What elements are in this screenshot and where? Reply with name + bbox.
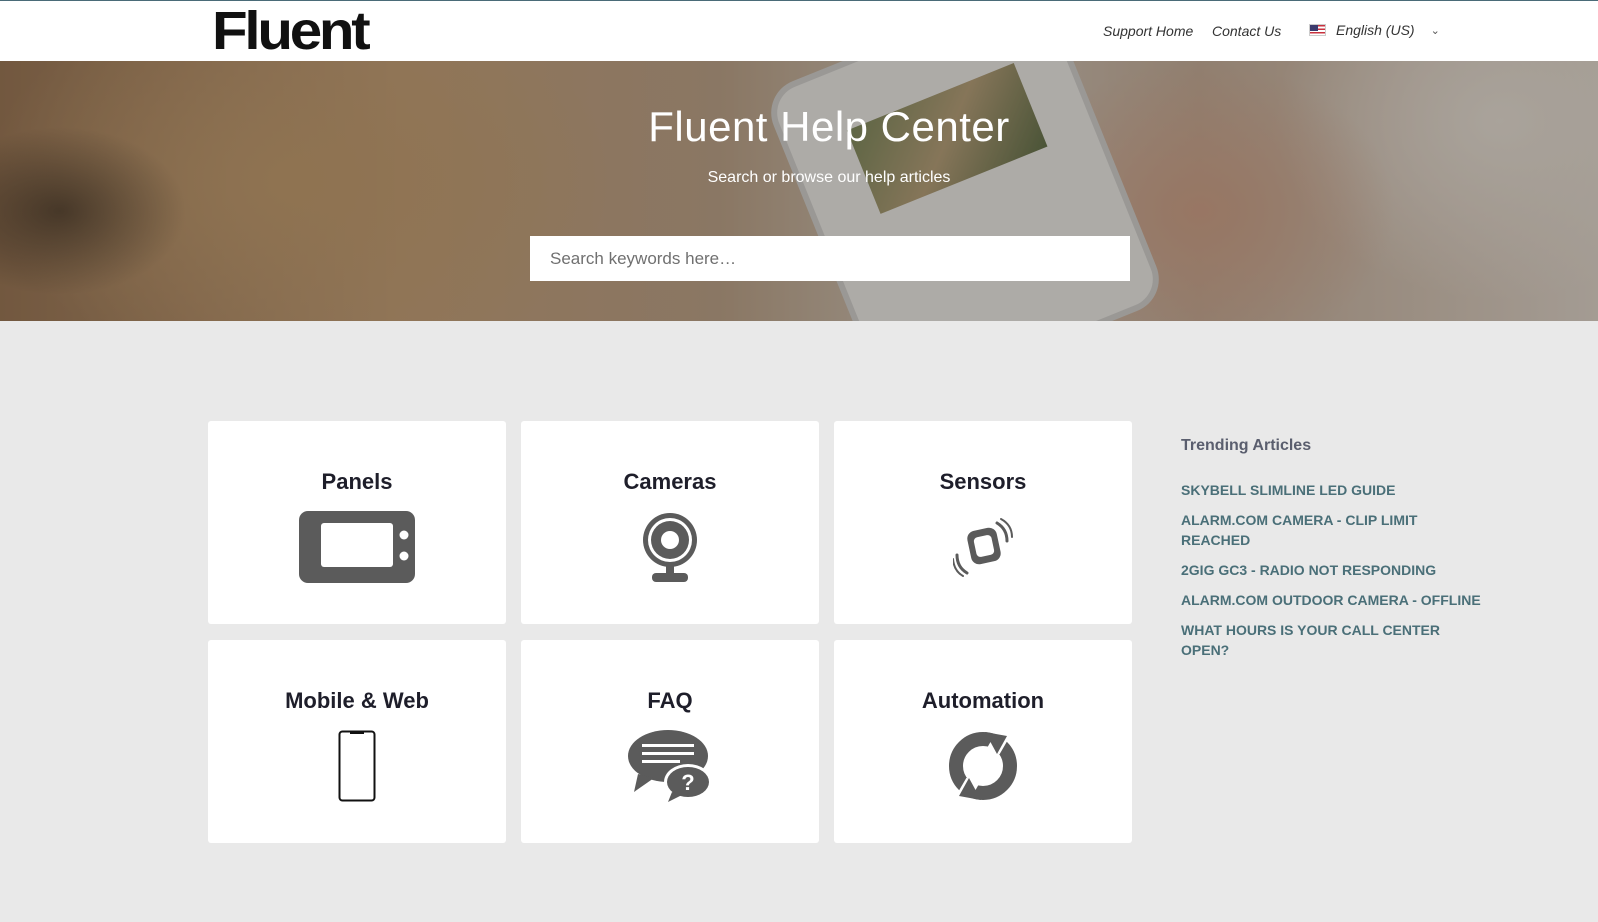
category-card-cameras[interactable]: Cameras [521, 421, 819, 624]
page-title: Fluent Help Center [648, 103, 1010, 150]
category-card-panels[interactable]: Panels [208, 421, 506, 624]
page-subtitle: Search or browse our help articles [707, 169, 951, 186]
category-title: FAQ [647, 688, 693, 713]
hero-content: Fluent Help Center Search or browse our … [0, 61, 1598, 321]
faq-chat-icon: ? [521, 728, 819, 804]
category-title: Panels [321, 469, 393, 494]
fluent-logo[interactable]: Fluent [212, 3, 371, 59]
camera-icon [521, 509, 819, 585]
panel-icon [208, 509, 506, 585]
trending-title: Trending Articles [1181, 437, 1312, 454]
trending-list: SKYBELL SLIMLINE LED GUIDE ALARM.COM CAM… [1181, 480, 1481, 660]
trending-article-link[interactable]: ALARM.COM CAMERA - CLIP LIMIT REACHED [1181, 510, 1481, 550]
trending-article-link[interactable]: WHAT HOURS IS YOUR CALL CENTER OPEN? [1181, 620, 1481, 660]
svg-text:?: ? [681, 770, 694, 795]
category-title: Mobile & Web [285, 688, 429, 713]
category-title: Cameras [623, 469, 717, 494]
search-input[interactable] [530, 236, 1130, 281]
hero-banner: Fluent Help Center Search or browse our … [0, 61, 1598, 321]
trending-article-link[interactable]: ALARM.COM OUTDOOR CAMERA - OFFLINE [1181, 590, 1481, 610]
contact-us-link[interactable]: Contact Us [1212, 23, 1281, 39]
category-card-automation[interactable]: Automation [834, 640, 1132, 843]
trending-article-link[interactable]: 2GIG GC3 - RADIO NOT RESPONDING [1181, 560, 1481, 580]
category-card-sensors[interactable]: Sensors [834, 421, 1132, 624]
category-title: Automation [921, 688, 1045, 713]
trending-article-link[interactable]: SKYBELL SLIMLINE LED GUIDE [1181, 480, 1481, 500]
top-header: Fluent Support Home Contact Us English (… [0, 0, 1598, 61]
category-card-mobile-web[interactable]: Mobile & Web [208, 640, 506, 843]
trending-articles: Trending Articles SKYBELL SLIMLINE LED G… [1181, 437, 1481, 670]
language-selector[interactable]: English (US) ⌄ [1309, 22, 1440, 38]
automation-refresh-icon [834, 728, 1132, 804]
us-flag-icon [1309, 24, 1326, 36]
chevron-down-icon: ⌄ [1430, 24, 1440, 37]
mobile-phone-icon [208, 728, 506, 804]
category-card-faq[interactable]: FAQ ? [521, 640, 819, 843]
language-label: English (US) [1336, 22, 1415, 38]
support-home-link[interactable]: Support Home [1103, 23, 1193, 39]
sensor-icon [834, 509, 1132, 585]
category-title: Sensors [939, 469, 1027, 494]
